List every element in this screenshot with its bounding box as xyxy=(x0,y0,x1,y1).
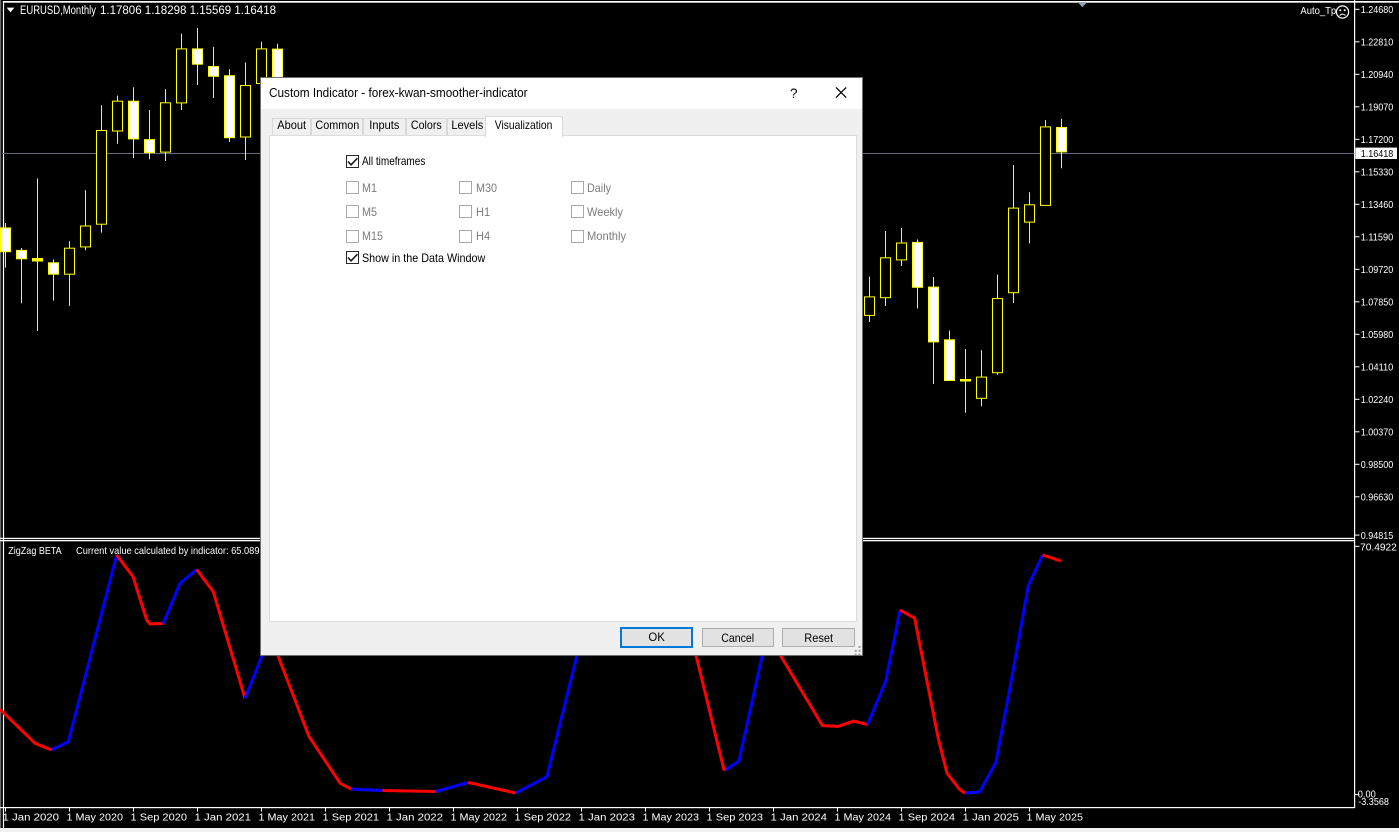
svg-text:1 May 2020: 1 May 2020 xyxy=(67,811,124,823)
svg-text:1 Sep 2020: 1 Sep 2020 xyxy=(131,811,188,823)
svg-text:1 May 2025: 1 May 2025 xyxy=(1027,811,1084,823)
svg-text:1.04110: 1.04110 xyxy=(1361,362,1394,374)
svg-text:1 Jan 2024: 1 Jan 2024 xyxy=(771,811,828,823)
svg-text:ZigZag BETA: ZigZag BETA xyxy=(8,545,61,557)
svg-text:1.22810: 1.22810 xyxy=(1361,37,1394,49)
svg-text:Auto_Tp: Auto_Tp xyxy=(1300,5,1336,17)
svg-text:1 Jan 2021: 1 Jan 2021 xyxy=(195,811,252,823)
svg-text:1 May 2021: 1 May 2021 xyxy=(259,811,316,823)
svg-text:1 May 2023: 1 May 2023 xyxy=(643,811,700,823)
svg-text:1 Sep 2024: 1 Sep 2024 xyxy=(899,811,956,823)
svg-text:1 Jan 2023: 1 Jan 2023 xyxy=(579,811,636,823)
svg-text:1 Jan 2025: 1 Jan 2025 xyxy=(963,811,1020,823)
svg-text:1.16418: 1.16418 xyxy=(1361,148,1394,160)
svg-text:1.13460: 1.13460 xyxy=(1361,199,1394,211)
svg-text:1.09720: 1.09720 xyxy=(1361,264,1394,276)
svg-text:1 Jan 2022: 1 Jan 2022 xyxy=(387,811,444,823)
svg-text:0.98500: 0.98500 xyxy=(1361,459,1394,471)
svg-text:1.07850: 1.07850 xyxy=(1361,297,1394,309)
svg-text:1.05980: 1.05980 xyxy=(1361,329,1394,341)
svg-text:1.11590: 1.11590 xyxy=(1361,232,1394,244)
svg-text:-3.3568: -3.3568 xyxy=(1358,796,1389,808)
svg-text:1.02240: 1.02240 xyxy=(1361,394,1394,406)
svg-text:1.19070: 1.19070 xyxy=(1361,102,1394,114)
svg-text:EURUSD,Monthly: EURUSD,Monthly xyxy=(20,5,96,17)
svg-text:70.4922: 70.4922 xyxy=(1360,541,1397,553)
svg-text:1.20940: 1.20940 xyxy=(1361,69,1394,81)
svg-text:1 Jan 2020: 1 Jan 2020 xyxy=(3,811,60,823)
svg-text:1.00370: 1.00370 xyxy=(1361,427,1394,439)
svg-text:1 Sep 2022: 1 Sep 2022 xyxy=(515,811,572,823)
svg-text:Current value calculated by in: Current value calculated by indicator: 6… xyxy=(76,545,260,557)
svg-text:1.24680: 1.24680 xyxy=(1361,4,1394,16)
svg-text:1 Sep 2023: 1 Sep 2023 xyxy=(707,811,764,823)
svg-text:1.17806 1.18298 1.15569 1.1641: 1.17806 1.18298 1.15569 1.16418 xyxy=(100,5,276,17)
svg-text:1 May 2022: 1 May 2022 xyxy=(451,811,508,823)
svg-text:0.96630: 0.96630 xyxy=(1361,492,1394,504)
svg-text:1.15330: 1.15330 xyxy=(1361,167,1394,179)
svg-text:1 May 2024: 1 May 2024 xyxy=(835,811,892,823)
svg-text:1.17200: 1.17200 xyxy=(1361,134,1394,146)
svg-text:1 Sep 2021: 1 Sep 2021 xyxy=(323,811,380,823)
